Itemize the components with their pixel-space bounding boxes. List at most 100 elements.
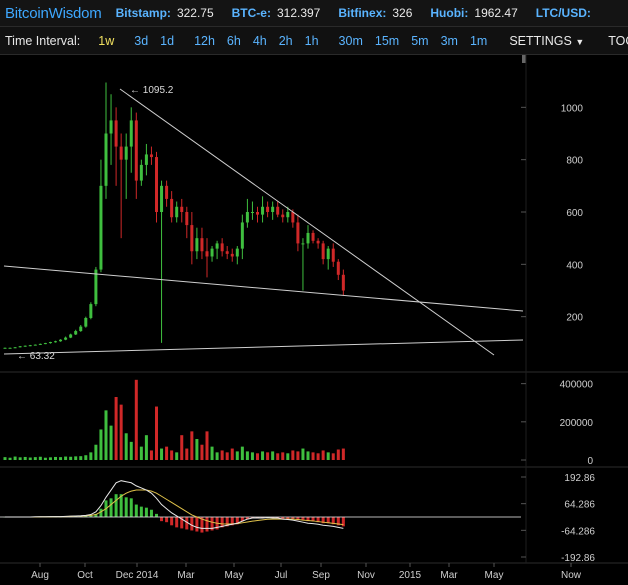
candle-body (180, 206, 184, 212)
site-logo[interactable]: BitcoinWisdom (5, 5, 102, 22)
candle-body (144, 154, 148, 165)
volume-bar (245, 451, 249, 460)
macd-histogram-bar (149, 509, 153, 517)
volume-bar (190, 431, 194, 460)
x-tick-label: Mar (440, 570, 458, 581)
toc-button[interactable]: TOC (600, 34, 628, 48)
price-tick-label: 600 (566, 208, 583, 219)
candle-body (43, 343, 47, 345)
price-tick-label: 200 (566, 313, 583, 324)
macd-tick-label: 192.86 (564, 473, 595, 484)
volume-bar (33, 457, 37, 460)
candle-body (84, 317, 88, 327)
settings-label: SETTINGS (509, 33, 572, 48)
ticker-huobi[interactable]: Huobi: 1962.47 (430, 6, 517, 20)
volume-bar (200, 444, 204, 460)
volume-bar (195, 439, 199, 460)
candle-body (296, 222, 300, 244)
interval-12h[interactable]: 12h (188, 34, 221, 48)
candle-body (190, 225, 194, 252)
price-tick-label: 400 (566, 260, 583, 271)
arrow-left-icon: ← (17, 351, 30, 362)
candle-body (149, 154, 153, 158)
interval-30m[interactable]: 30m (333, 34, 369, 48)
interval-15m[interactable]: 15m (369, 34, 405, 48)
macd-tick-label: -192.86 (561, 553, 595, 564)
volume-bar (220, 450, 224, 460)
volume-bar (134, 379, 138, 460)
candle-body (205, 251, 209, 257)
volume-bar (170, 450, 174, 460)
candle-body (48, 342, 52, 344)
candle-body (18, 346, 22, 348)
ticker-ltcusd[interactable]: LTC/USD: (536, 6, 597, 20)
chart-canvas[interactable]: 200 400 600 800 1000 0 200000 400000 192.86 64.… (0, 55, 628, 585)
interval-3m[interactable]: 3m (435, 34, 464, 48)
interval-1w[interactable]: 1w (92, 34, 120, 48)
interval-4h[interactable]: 4h (247, 34, 273, 48)
x-tick-label: 2015 (399, 570, 422, 581)
macd-tick-label: 64.286 (564, 500, 595, 511)
volume-bar (74, 456, 78, 460)
settings-menu-button[interactable]: SETTINGS ▼ (501, 34, 592, 48)
macd-histogram-bar (124, 497, 128, 517)
volume-bar (64, 456, 68, 460)
ticker-price: 312.397 (276, 6, 321, 20)
interval-1d[interactable]: 1d (154, 34, 180, 48)
candle-body (129, 120, 133, 147)
volume-bar (276, 453, 280, 460)
candle-body (341, 274, 345, 291)
candle-body (109, 120, 113, 134)
volume-bar (321, 450, 325, 460)
candle-body (245, 212, 249, 223)
candle-body (170, 198, 174, 218)
volume-bar (89, 452, 93, 460)
volume-bar (185, 448, 189, 460)
volume-tick-label: 200000 (560, 418, 594, 429)
candle-body (54, 341, 57, 343)
volume-bar (114, 397, 118, 460)
interval-1h[interactable]: 1h (299, 34, 325, 48)
volume-bar (331, 453, 335, 460)
volume-bar (8, 457, 12, 460)
macd-histogram-bar (160, 517, 164, 522)
interval-3d[interactable]: 3d (128, 34, 154, 48)
volume-bar (175, 452, 179, 460)
candle-body (94, 269, 98, 305)
candle-body (185, 212, 189, 226)
interval-6h[interactable]: 6h (221, 34, 247, 48)
interval-2h[interactable]: 2h (273, 34, 299, 48)
interval-5m[interactable]: 5m (405, 34, 434, 48)
ticker-bitstamp[interactable]: Bitstamp: 322.75 (116, 6, 214, 20)
candle-body (276, 206, 280, 215)
ticker-name: Bitfinex: (338, 6, 387, 20)
ticker-price: 322.75 (176, 6, 214, 20)
volume-bar (215, 452, 219, 460)
volume-bar (250, 452, 254, 460)
volume-bar (291, 450, 295, 460)
candle-body (321, 243, 325, 260)
interval-1m[interactable]: 1m (464, 34, 493, 48)
ticker-price: 326 (392, 6, 413, 20)
macd-histogram-bar (195, 517, 199, 532)
candle-body (155, 157, 158, 212)
volume-bar (124, 433, 128, 460)
volume-bar (94, 444, 98, 460)
time-interval-label: Time Interval: (5, 33, 81, 48)
candle-body (266, 206, 270, 212)
volume-bar (301, 448, 305, 460)
candle-body (261, 206, 265, 215)
candle-body (165, 185, 169, 199)
price-tick-label: 1000 (561, 103, 584, 114)
candle-body (331, 248, 335, 262)
ticker-btce[interactable]: BTC-e: 312.397 (232, 6, 321, 20)
ticker-bitfinex[interactable]: Bitfinex: 326 (338, 6, 412, 20)
volume-bar (3, 457, 7, 460)
scroll-handle[interactable] (522, 55, 526, 63)
candle-body (64, 337, 68, 340)
candle-body (286, 212, 290, 218)
volume-bar (205, 431, 209, 460)
volume-bar (261, 451, 265, 460)
volume-bar (326, 452, 330, 460)
macd-histogram-bar (114, 494, 118, 517)
